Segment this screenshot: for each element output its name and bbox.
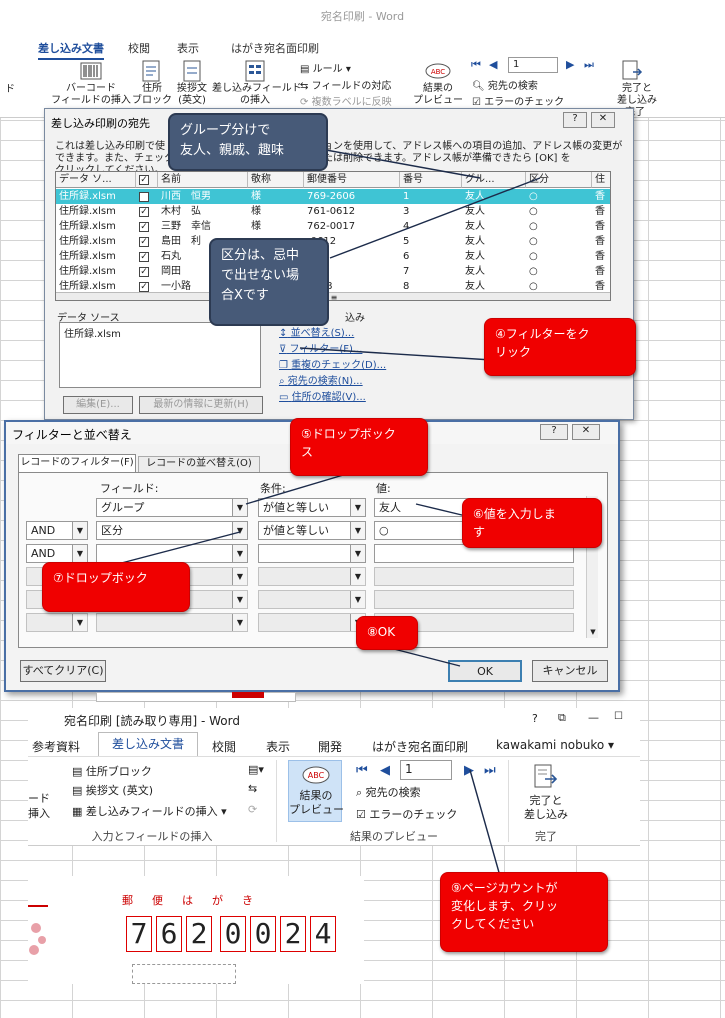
arrow-category-to-column (329, 177, 541, 259)
callout-step5: ⑤ドロップボック ス (290, 418, 428, 476)
callout-group-info: グループ分けで 友人、親戚、趣味 (168, 113, 328, 171)
arrow-step8-to-ok (389, 647, 461, 667)
arrow-step6-to-value (415, 503, 467, 517)
callout-step8: ⑧OK (356, 616, 418, 650)
callout-step7: ⑦ドロップボック (42, 562, 190, 612)
callout-step9: ⑨ページカウントが 変化します、クリッ クしてください (440, 872, 608, 952)
arrow-group-to-column (325, 149, 481, 179)
callout-step6: ⑥値を入力しま す (462, 498, 602, 548)
arrow-step9-to-next (469, 769, 501, 877)
callout-step4: ④フィルターをク リック (484, 318, 636, 376)
annotation-arrows (109, 149, 541, 877)
arrow-step4-to-filter (299, 347, 493, 361)
callout-category-info: 区分は、忌中 で出せない場 合Xです (209, 238, 329, 326)
arrow-step7-to-dropdown (109, 531, 241, 567)
